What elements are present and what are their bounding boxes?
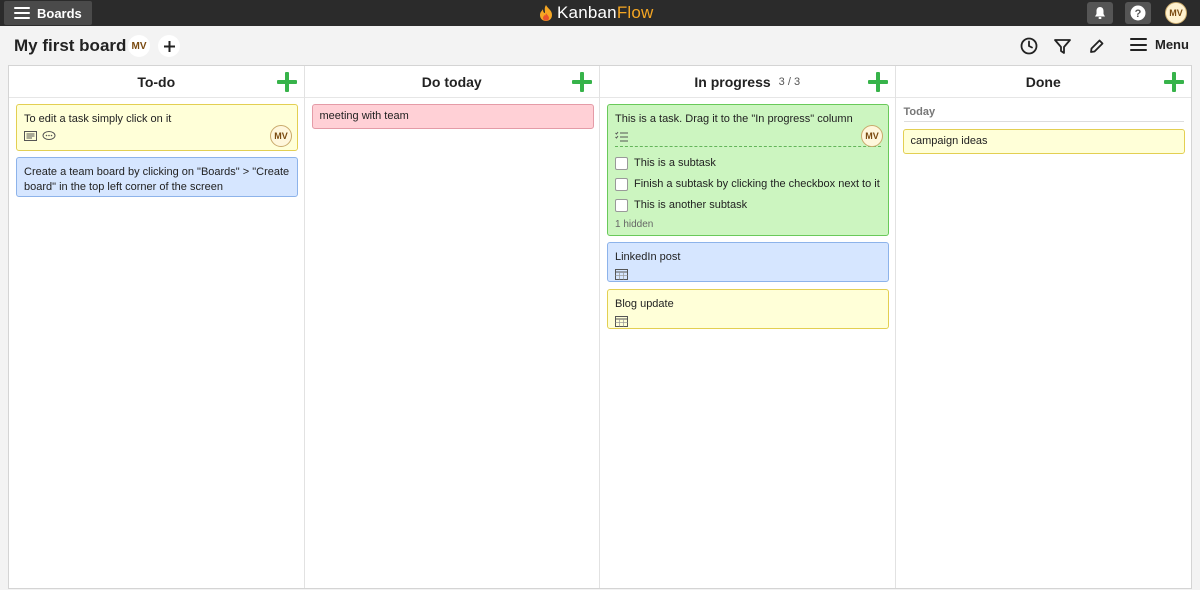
add-member-button[interactable] — [158, 35, 180, 57]
add-task-button[interactable] — [276, 72, 297, 92]
notifications-button[interactable] — [1087, 2, 1113, 24]
logo-text-flow: Flow — [616, 3, 654, 22]
menu-button[interactable]: Menu — [1130, 37, 1189, 52]
clock-icon — [1020, 37, 1038, 55]
filter-button[interactable] — [1052, 36, 1072, 56]
column-header[interactable]: To-do — [9, 66, 304, 98]
wip-count: 3 / 3 — [778, 75, 801, 88]
subtask-text: Finish a subtask by clicking the checkbo… — [634, 178, 880, 190]
subtask-checkbox[interactable] — [615, 178, 628, 191]
logo-flame-icon — [540, 5, 552, 21]
edit-board-button[interactable] — [1086, 36, 1106, 56]
column-in-progress: In progress 3 / 3 This is a task. Drag i… — [600, 66, 896, 588]
kanban-board: To-do To edit a task simply click on it … — [8, 65, 1192, 589]
column-title: Done — [1025, 73, 1061, 90]
column-done: Done Today campaign ideas — [895, 66, 1191, 588]
calendar-icon — [615, 315, 628, 327]
boards-label: Boards — [37, 5, 82, 21]
calendar-icon — [615, 268, 628, 280]
user-avatar[interactable]: MV — [1165, 2, 1187, 24]
svg-text:?: ? — [1135, 8, 1142, 20]
logo-text-kanban: Kanban — [557, 3, 617, 22]
column-header[interactable]: Done — [895, 66, 1191, 98]
column-header[interactable]: Do today — [304, 66, 599, 98]
task-card[interactable]: To edit a task simply click on it MV — [16, 104, 298, 151]
time-tracking-button[interactable] — [1019, 36, 1039, 56]
column-title: In progress — [694, 73, 771, 90]
subtask-text: This is another subtask — [634, 199, 748, 211]
hamburger-icon — [1130, 38, 1147, 51]
task-card[interactable]: LinkedIn post — [607, 242, 889, 282]
subtask-divider — [615, 146, 881, 147]
help-button[interactable]: ? — [1125, 2, 1151, 24]
done-group-label: Today — [903, 106, 936, 118]
subtask-list-icon — [615, 131, 628, 141]
task-card[interactable]: campaign ideas — [902, 129, 1185, 154]
boards-button[interactable]: Boards — [4, 1, 92, 25]
task-text: Blog update — [615, 298, 674, 310]
done-group-divider — [903, 121, 1184, 122]
task-text: LinkedIn post — [615, 251, 681, 263]
subtask-item: This is a subtask — [615, 153, 881, 174]
add-task-button[interactable] — [1164, 72, 1184, 92]
task-text: This is a task. Drag it to the "In progr… — [615, 113, 853, 125]
add-task-button[interactable] — [572, 72, 592, 92]
task-text: campaign ideas — [910, 135, 988, 147]
pencil-icon — [1089, 39, 1103, 53]
task-text: Create a team board by clicking on "Boar… — [24, 166, 290, 193]
subtask-text: This is a subtask — [634, 157, 716, 169]
kanbanflow-logo[interactable]: Kanban Flow — [538, 3, 654, 23]
page-title[interactable]: My first board — [14, 36, 126, 56]
bell-icon — [1095, 7, 1105, 19]
subtask-item: Finish a subtask by clicking the checkbo… — [615, 174, 881, 195]
filter-icon — [1053, 38, 1071, 54]
hamburger-icon — [14, 7, 30, 19]
top-bar: Boards Kanban Flow ? MV — [0, 0, 1200, 26]
task-card[interactable]: Blog update — [607, 289, 889, 329]
description-icon — [24, 131, 37, 141]
column-todo: To-do To edit a task simply click on it … — [9, 66, 305, 588]
task-text: To edit a task simply click on it — [24, 113, 172, 125]
plus-icon — [163, 40, 175, 52]
hidden-subtasks-link[interactable]: 1 hidden — [615, 217, 881, 232]
task-assignee-avatar[interactable]: MV — [861, 125, 883, 147]
column-title: To-do — [137, 73, 176, 90]
subtask-checkbox[interactable] — [615, 199, 628, 212]
subtask-item: This is another subtask — [615, 195, 881, 216]
task-assignee-avatar[interactable]: MV — [270, 125, 292, 147]
task-card[interactable]: Create a team board by clicking on "Boar… — [16, 157, 298, 197]
task-card[interactable]: meeting with team — [311, 104, 594, 129]
menu-label: Menu — [1155, 37, 1189, 52]
column-header[interactable]: In progress 3 / 3 — [600, 66, 895, 98]
column-do-today: Do today meeting with team — [304, 66, 600, 588]
board-member-avatar[interactable]: MV — [128, 35, 150, 57]
task-card[interactable]: This is a task. Drag it to the "In progr… — [607, 104, 889, 236]
comment-icon — [42, 131, 56, 140]
subtask-checkbox[interactable] — [615, 157, 628, 170]
add-task-button[interactable] — [867, 72, 888, 92]
help-icon: ? — [1130, 5, 1146, 21]
column-title: Do today — [421, 73, 482, 90]
task-text: meeting with team — [319, 110, 409, 122]
